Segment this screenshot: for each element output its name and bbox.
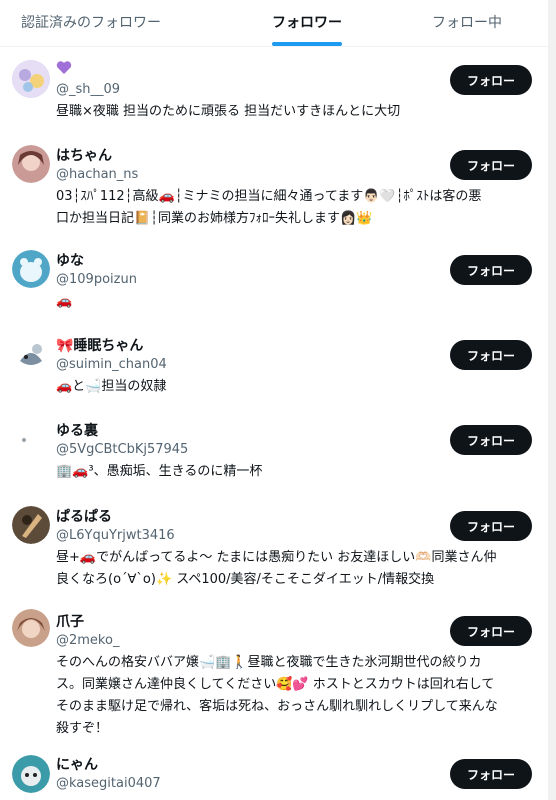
- avatar[interactable]: [12, 423, 50, 461]
- bio-line: 03┆ｽﾊﾟ112┆高級🚗┆ミナミの担当に細々通ってます👨🏻🤍┆ﾎﾟｽﾄは客の悪: [56, 189, 482, 204]
- active-tab-indicator: [272, 42, 342, 46]
- avatar[interactable]: [12, 609, 50, 647]
- display-name[interactable]: にゃん: [56, 754, 98, 774]
- handle[interactable]: @L6YquYrjwt3416: [56, 528, 175, 543]
- scrollbar[interactable]: [548, 0, 556, 800]
- bio-line: 昼職×夜職 担当のために頑張る 担当だいすきほんとに大切: [56, 104, 401, 119]
- bio: そのへんの格安ババア嬢🛁🏢🚶昼職と夜職で生きた氷河期世代の絞りカ ス。同業嬢さん…: [56, 652, 530, 740]
- bio-line: 殺すぞ！: [56, 721, 109, 736]
- tab-label: フォロワー: [272, 15, 342, 31]
- tab-label: フォロー中: [432, 15, 502, 31]
- bio-line: 昼+🚗でがんばってるよ〜 たまには愚痴りたい お友達ほしい🫶🏻同業さん仲: [56, 550, 497, 565]
- handle[interactable]: @5VgCBtCbKj57945: [56, 442, 188, 457]
- display-name[interactable]: ゆな: [56, 250, 84, 270]
- display-name[interactable]: はちゃん: [56, 145, 112, 165]
- handle[interactable]: @suimin_chan04: [56, 357, 167, 372]
- bio: 🏢🚗³、愚痴垢、生きるのに精一杯: [56, 461, 530, 483]
- bio: 昼職×夜職 担当のために頑張る 担当だいすきほんとに大切: [56, 101, 530, 123]
- bio-line: 口か担当日記📔┆同業のお姉様方ﾌｫﾛｰ失礼します👩🏻👑: [56, 211, 373, 226]
- tab-followers[interactable]: フォロワー: [216, 0, 398, 46]
- follow-button[interactable]: フォロー: [450, 65, 532, 95]
- bio: 昼+🚗でがんばってるよ〜 たまには愚痴りたい お友達ほしい🫶🏻同業さん仲 良くな…: [56, 547, 530, 591]
- handle[interactable]: @hachan_ns: [56, 167, 138, 182]
- bio-line: そのへんの格安ババア嬢🛁🏢🚶昼職と夜職で生きた氷河期世代の絞りカ: [56, 655, 482, 670]
- bio-line: そのまま駆け足で帰れ、客垢は死ね、おっさん馴れ馴れしくリプして来んな: [56, 699, 498, 714]
- follow-button[interactable]: フォロー: [450, 511, 532, 541]
- display-name[interactable]: 🎀睡眠ちゃん: [56, 335, 143, 355]
- tab-label: 認証済みのフォロワー: [21, 15, 161, 31]
- display-name[interactable]: ぱるぱる: [56, 506, 112, 526]
- bio-line: 良くなろ(o´∀`o)✨ スペ100/美容/そこそこダイエット/情報交換: [56, 572, 435, 587]
- handle[interactable]: @109poizun: [56, 272, 137, 287]
- tab-following[interactable]: フォロー中: [376, 0, 556, 46]
- bio-line: 🏢🚗³、愚痴垢、生きるのに精一杯: [56, 464, 263, 479]
- handle[interactable]: @kasegitai0407: [56, 776, 161, 791]
- purple-heart-icon: [56, 60, 72, 74]
- avatar[interactable]: [12, 506, 50, 544]
- follow-button[interactable]: フォロー: [450, 616, 532, 646]
- follow-button[interactable]: フォロー: [450, 759, 532, 789]
- avatar[interactable]: [12, 145, 50, 183]
- avatar[interactable]: [12, 755, 50, 793]
- tab-verified-followers[interactable]: 認証済みのフォロワー: [0, 0, 182, 46]
- bio-line: 🚗: [56, 294, 73, 309]
- bio-line: ス。同業嬢さん達仲良くしてください🥰💕 ホストとスカウトは回れ右して: [56, 677, 495, 692]
- avatar[interactable]: [12, 250, 50, 288]
- follow-button[interactable]: フォロー: [450, 150, 532, 180]
- avatar[interactable]: [12, 337, 50, 375]
- handle[interactable]: @2meko_: [56, 633, 119, 648]
- avatar[interactable]: [12, 60, 50, 98]
- display-name[interactable]: [56, 59, 72, 75]
- bio-line: 🚗と🛁担当の奴隷: [56, 379, 167, 394]
- handle[interactable]: @_sh__09: [56, 82, 120, 97]
- follow-button[interactable]: フォロー: [450, 425, 532, 455]
- follow-button[interactable]: フォロー: [450, 340, 532, 370]
- display-name[interactable]: 爪子: [56, 611, 84, 631]
- bio: 🚗: [56, 291, 530, 313]
- bio: 03┆ｽﾊﾟ112┆高級🚗┆ミナミの担当に細々通ってます👨🏻🤍┆ﾎﾟｽﾄは客の悪…: [56, 186, 530, 230]
- follow-button[interactable]: フォロー: [450, 255, 532, 285]
- bio: 🚗と🛁担当の奴隷: [56, 376, 530, 398]
- tab-bar: 認証済みのフォロワー フォロワー フォロー中: [0, 0, 548, 47]
- display-name[interactable]: ゆる裏: [56, 420, 98, 440]
